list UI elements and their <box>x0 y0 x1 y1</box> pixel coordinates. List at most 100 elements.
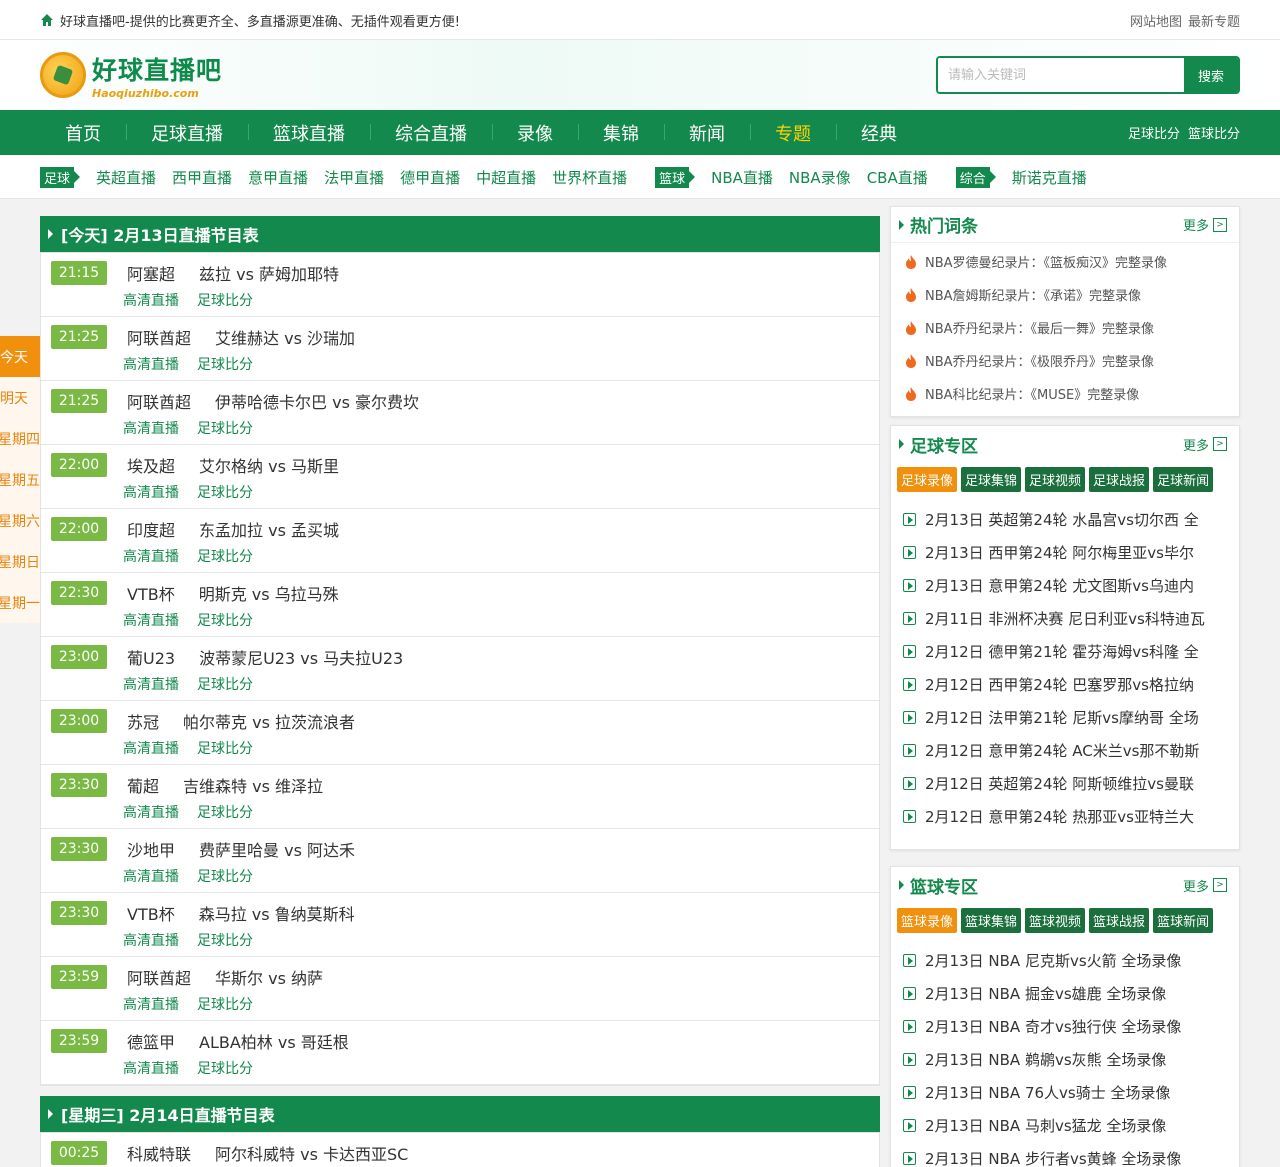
match-row[interactable]: 23:00 苏冠 帕尔蒂克 vs 拉茨流浪者 高清直播 足球比分 <box>41 701 879 765</box>
nav-replays[interactable]: 录像 <box>492 120 578 146</box>
match-league[interactable]: 葡超 <box>127 773 159 797</box>
match-row[interactable]: 21:15 阿塞超 兹拉 vs 萨姆加耶特 高清直播 足球比分 <box>41 253 879 317</box>
football-score-link[interactable]: 足球比分 <box>197 354 253 374</box>
subnav-link[interactable]: 德甲直播 <box>400 167 460 188</box>
match-row[interactable]: 22:30 VTB杯 明斯克 vs 乌拉马殊 高清直播 足球比分 <box>41 573 879 637</box>
nav-general-live[interactable]: 综合直播 <box>370 120 492 146</box>
football-score-link[interactable]: 足球比分 <box>197 418 253 438</box>
match-row[interactable]: 23:30 沙地甲 费萨里哈曼 vs 阿达禾 高清直播 足球比分 <box>41 829 879 893</box>
football-more-link[interactable]: 更多 > <box>1183 435 1227 454</box>
site-logo[interactable]: 好球直播吧 Haoqiuzhibo.com <box>40 51 222 100</box>
football-score-link[interactable]: 足球比分 <box>197 1058 253 1078</box>
match-league[interactable]: VTB杯 <box>127 581 175 605</box>
match-teams[interactable]: 东孟加拉 vs 孟买城 <box>199 517 339 541</box>
match-teams[interactable]: 明斯克 vs 乌拉马殊 <box>199 581 339 605</box>
football-score-link[interactable]: 足球比分 <box>197 290 253 310</box>
hd-live-link[interactable]: 高清直播 <box>123 290 179 310</box>
video-list-item[interactable]: 2月12日 西甲第24轮 巴塞罗那vs格拉纳 <box>891 668 1239 701</box>
tab-football-news[interactable]: 足球新闻 <box>1153 467 1214 492</box>
match-teams[interactable]: 费萨里哈曼 vs 阿达禾 <box>199 837 355 861</box>
video-list-item[interactable]: 2月11日 非洲杯决赛 尼日利亚vs科特迪瓦 <box>891 602 1239 635</box>
video-list-item[interactable]: 2月12日 意甲第24轮 热那亚vs亚特兰大 <box>891 800 1239 833</box>
football-score-link[interactable]: 足球比分 <box>197 994 253 1014</box>
match-league[interactable]: 阿塞超 <box>127 261 175 285</box>
match-league[interactable]: 印度超 <box>127 517 175 541</box>
match-teams[interactable]: 艾维赫达 vs 沙瑞加 <box>215 325 355 349</box>
hot-term-item[interactable]: NBA乔丹纪录片：《极限乔丹》完整录像 <box>891 344 1239 377</box>
day-tab-today[interactable]: 今天 <box>0 336 40 377</box>
hd-live-link[interactable]: 高清直播 <box>123 418 179 438</box>
tab-football-replays[interactable]: 足球录像 <box>897 467 958 492</box>
football-score-link[interactable]: 足球比分 <box>197 738 253 758</box>
hd-live-link[interactable]: 高清直播 <box>123 866 179 886</box>
football-score-link[interactable]: 足球比分 <box>197 866 253 886</box>
tab-football-reports[interactable]: 足球战报 <box>1089 467 1150 492</box>
match-row[interactable]: 23:00 葡U23 波蒂蒙尼U23 vs 马夫拉U23 高清直播 足球比分 <box>41 637 879 701</box>
day-tab-friday[interactable]: 星期五 <box>0 459 40 500</box>
day-tab-sunday[interactable]: 星期日 <box>0 541 40 582</box>
football-score-link[interactable]: 足球比分 <box>197 674 253 694</box>
video-list-item[interactable]: 2月13日 NBA 马刺vs猛龙 全场录像 <box>891 1109 1239 1142</box>
nav-news[interactable]: 新闻 <box>664 120 750 146</box>
hd-live-link[interactable]: 高清直播 <box>123 1058 179 1078</box>
nav-football-live[interactable]: 足球直播 <box>126 120 248 146</box>
football-score-link[interactable]: 足球比分 <box>197 930 253 950</box>
tab-basketball-highlights[interactable]: 篮球集锦 <box>961 908 1022 933</box>
match-teams[interactable]: 艾尔格纳 vs 马斯里 <box>199 453 339 477</box>
hd-live-link[interactable]: 高清直播 <box>123 738 179 758</box>
match-teams[interactable]: 伊蒂哈德卡尔巴 vs 豪尔费坎 <box>215 389 419 413</box>
video-list-item[interactable]: 2月13日 NBA 鹈鹕vs灰熊 全场录像 <box>891 1043 1239 1076</box>
hot-more-link[interactable]: 更多 > <box>1183 215 1227 234</box>
basketball-score-link[interactable]: 篮球比分 <box>1188 123 1240 142</box>
sitemap-link[interactable]: 网站地图 <box>1130 11 1182 30</box>
match-league[interactable]: 德篮甲 <box>127 1029 175 1053</box>
football-score-link[interactable]: 足球比分 <box>197 482 253 502</box>
match-teams[interactable]: 吉维森特 vs 维泽拉 <box>183 773 323 797</box>
hd-live-link[interactable]: 高清直播 <box>123 994 179 1014</box>
match-league[interactable]: VTB杯 <box>127 901 175 925</box>
hot-term-item[interactable]: NBA科比纪录片：《MUSE》完整录像 <box>891 377 1239 410</box>
video-list-item[interactable]: 2月12日 意甲第24轮 AC米兰vs那不勒斯 <box>891 734 1239 767</box>
match-league[interactable]: 苏冠 <box>127 709 159 733</box>
hot-term-item[interactable]: NBA詹姆斯纪录片：《承诺》完整录像 <box>891 278 1239 311</box>
subnav-link[interactable]: NBA录像 <box>789 167 851 188</box>
subnav-link[interactable]: 法甲直播 <box>324 167 384 188</box>
hd-live-link[interactable]: 高清直播 <box>123 610 179 630</box>
match-row[interactable]: 23:59 德篮甲 ALBA柏林 vs 哥廷根 高清直播 足球比分 <box>41 1021 879 1085</box>
football-score-link[interactable]: 足球比分 <box>197 546 253 566</box>
match-teams[interactable]: 华斯尔 vs 纳萨 <box>215 965 323 989</box>
nav-basketball-live[interactable]: 篮球直播 <box>248 120 370 146</box>
tab-basketball-replays[interactable]: 篮球录像 <box>897 908 958 933</box>
nav-topics[interactable]: 专题 <box>750 120 836 146</box>
hd-live-link[interactable]: 高清直播 <box>123 546 179 566</box>
subnav-link[interactable]: 中超直播 <box>476 167 536 188</box>
subnav-link[interactable]: 斯诺克直播 <box>1012 167 1087 188</box>
hot-term-item[interactable]: NBA乔丹纪录片：《最后一舞》完整录像 <box>891 311 1239 344</box>
nav-classics[interactable]: 经典 <box>836 120 922 146</box>
football-score-link[interactable]: 足球比分 <box>197 802 253 822</box>
video-list-item[interactable]: 2月13日 NBA 尼克斯vs火箭 全场录像 <box>891 944 1239 977</box>
match-league[interactable]: 阿联酋超 <box>127 325 191 349</box>
match-row[interactable]: 22:00 印度超 东孟加拉 vs 孟买城 高清直播 足球比分 <box>41 509 879 573</box>
basketball-more-link[interactable]: 更多 > <box>1183 876 1227 895</box>
video-list-item[interactable]: 2月13日 西甲第24轮 阿尔梅里亚vs毕尔 <box>891 536 1239 569</box>
hd-live-link[interactable]: 高清直播 <box>123 930 179 950</box>
match-row[interactable]: 21:25 阿联酋超 艾维赫达 vs 沙瑞加 高清直播 足球比分 <box>41 317 879 381</box>
match-teams[interactable]: 波蒂蒙尼U23 vs 马夫拉U23 <box>199 645 403 669</box>
hd-live-link[interactable]: 高清直播 <box>123 482 179 502</box>
video-list-item[interactable]: 2月13日 NBA 76人vs骑士 全场录像 <box>891 1076 1239 1109</box>
match-row[interactable]: 21:25 阿联酋超 伊蒂哈德卡尔巴 vs 豪尔费坎 高清直播 足球比分 <box>41 381 879 445</box>
tab-football-videos[interactable]: 足球视频 <box>1025 467 1086 492</box>
football-score-link[interactable]: 足球比分 <box>197 610 253 630</box>
subnav-link[interactable]: CBA直播 <box>867 167 928 188</box>
tab-basketball-videos[interactable]: 篮球视频 <box>1025 908 1086 933</box>
match-teams[interactable]: 阿尔科威特 vs 卡达西亚SC <box>215 1141 408 1165</box>
video-list-item[interactable]: 2月13日 NBA 步行者vs黄蜂 全场录像 <box>891 1142 1239 1167</box>
match-row[interactable]: 00:25 科威特联 阿尔科威特 vs 卡达西亚SC <box>41 1133 879 1167</box>
match-league[interactable]: 阿联酋超 <box>127 389 191 413</box>
day-tab-thursday[interactable]: 星期四 <box>0 418 40 459</box>
tab-basketball-reports[interactable]: 篮球战报 <box>1089 908 1150 933</box>
day-tab-saturday[interactable]: 星期六 <box>0 500 40 541</box>
latest-topics-link[interactable]: 最新专题 <box>1188 11 1240 30</box>
match-teams[interactable]: 帕尔蒂克 vs 拉茨流浪者 <box>183 709 355 733</box>
